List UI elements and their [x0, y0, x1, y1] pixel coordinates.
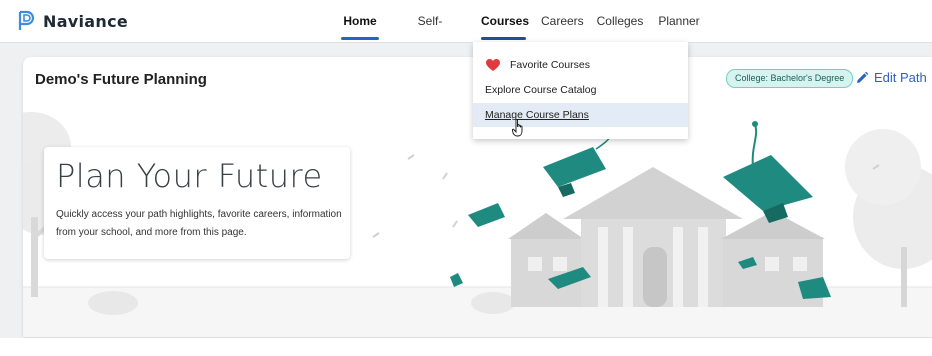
naviance-logo[interactable]: Naviance [17, 10, 128, 32]
plan-your-future-panel: Plan Your Future Quickly access your pat… [44, 147, 350, 259]
nav-colleges[interactable]: Colleges [596, 0, 644, 42]
graduation-cap-icon [450, 273, 463, 287]
top-nav-bar: Naviance Home Self-Discovery Courses Car… [0, 0, 932, 70]
menu-item-label: Manage Course Plans [485, 109, 589, 121]
courses-dropdown-menu: Favorite Courses Explore Course Catalog … [473, 42, 688, 139]
heart-icon [486, 59, 500, 71]
menu-item-favorite-courses[interactable]: Favorite Courses [473, 53, 688, 77]
nav-home[interactable]: Home [341, 0, 379, 42]
hand-cursor-icon [512, 119, 523, 137]
menu-item-label: Explore Course Catalog [485, 84, 597, 96]
pencil-icon [857, 71, 869, 83]
nav-self-discovery[interactable]: Self-Discovery [394, 0, 466, 70]
nav-courses[interactable]: Courses [481, 0, 529, 42]
brand-name: Naviance [43, 11, 129, 31]
nav-planner[interactable]: Planner [658, 0, 700, 42]
nav-careers[interactable]: Careers [541, 0, 584, 42]
menu-item-manage-course-plans[interactable]: Manage Course Plans [473, 103, 688, 127]
path-status-badge: College: Bachelor's Degree [726, 69, 854, 88]
edit-path-label: Edit Path [874, 70, 927, 85]
menu-item-explore-catalog[interactable]: Explore Course Catalog [473, 78, 688, 102]
naviance-logo-icon [18, 10, 35, 30]
edit-path-link[interactable]: Edit Path [855, 70, 927, 85]
graduation-cap-icon [543, 147, 606, 197]
hero-title: Plan Your Future [56, 157, 323, 195]
graduation-cap-icon [468, 203, 505, 227]
graduation-cap-icon [723, 121, 813, 223]
hero-description: Quickly access your path highlights, fav… [56, 209, 342, 238]
tree-right-illustration [845, 129, 932, 307]
card-title: Demo's Future Planning [35, 71, 207, 88]
page-bottom-strip [0, 338, 932, 356]
menu-item-label: Favorite Courses [510, 59, 590, 71]
